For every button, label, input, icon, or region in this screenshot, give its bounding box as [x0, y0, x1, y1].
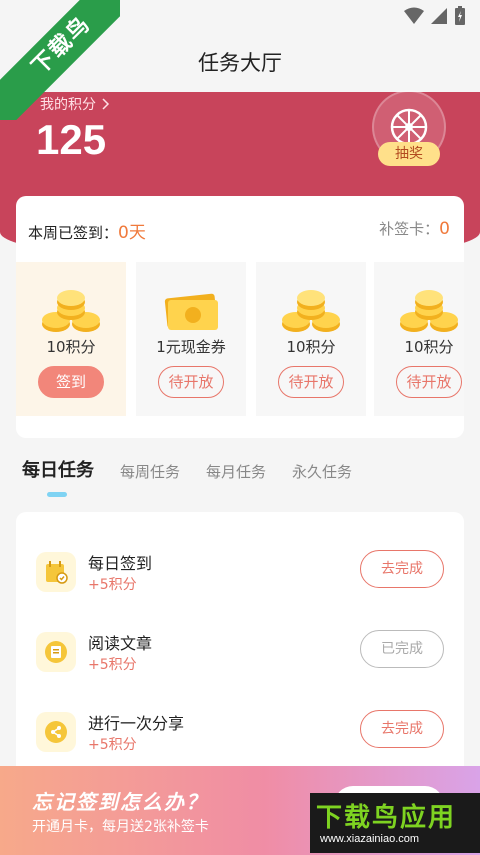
promo-subtitle: 开通月卡，每月送2张补签卡 [32, 819, 209, 835]
calendar-icon [36, 552, 76, 592]
task-item: 每日签到 +5积分 去完成 [16, 542, 464, 602]
day-card: 10积分 待开放 [256, 262, 366, 416]
task-reward: +5积分 [88, 737, 137, 753]
cash-coupon-icon [164, 293, 218, 330]
tab-monthly[interactable]: 每月任务 [206, 461, 266, 482]
task-item: 阅读文章 +5积分 已完成 [16, 622, 464, 682]
task-name: 阅读文章 [88, 634, 153, 653]
page-title: 任务大厅 [198, 51, 282, 75]
tab-weekly[interactable]: 每周任务 [120, 461, 180, 482]
battery-icon [455, 6, 465, 25]
week-checkin-days: 0天 [118, 223, 146, 243]
makeup-card-count: 0 [439, 219, 450, 239]
wifi-icon [404, 7, 424, 24]
task-tabs: 每日任务 每周任务 每月任务 永久任务 [22, 456, 352, 482]
task-item: 进行一次分享 +5积分 去完成 [16, 702, 464, 762]
task-name: 每日签到 [88, 554, 153, 573]
task-name: 进行一次分享 [88, 714, 185, 733]
signal-icon [431, 8, 447, 24]
task-go-button[interactable]: 去完成 [360, 550, 444, 588]
day-card: 1元现金券 待开放 [136, 262, 246, 416]
tab-permanent[interactable]: 永久任务 [292, 461, 352, 482]
points-value: 125 [36, 116, 107, 163]
coins-icon [400, 290, 458, 332]
share-icon [36, 712, 76, 752]
pending-button[interactable]: 待开放 [158, 366, 224, 398]
watermark-corner-text: 下载鸟 [0, 0, 120, 120]
coins-icon [282, 290, 340, 332]
day-card: 10积分 待开放 [374, 262, 464, 416]
lottery-label: 抽奖 [378, 142, 440, 166]
makeup-card-row: 补签卡：0 [379, 218, 450, 239]
week-checkin-label: 本周已签到： [28, 224, 119, 242]
tab-indicator [47, 492, 67, 497]
day-card: 10积分 签到 [16, 262, 126, 416]
watermark-bottom-text: 下载鸟应用 [316, 803, 457, 833]
watermark-bottom: 下载鸟应用 www.xiazainiao.com [310, 793, 480, 853]
lottery-button[interactable]: 抽奖 [372, 90, 446, 170]
watermark-url: www.xiazainiao.com [320, 833, 420, 845]
tab-daily[interactable]: 每日任务 [22, 456, 94, 482]
makeup-card-label: 补签卡： [379, 220, 440, 238]
coins-icon [42, 290, 100, 332]
day-reward: 1元现金券 [156, 338, 226, 356]
status-icons [404, 6, 466, 26]
pending-button[interactable]: 待开放 [278, 366, 344, 398]
task-done-button[interactable]: 已完成 [360, 630, 444, 668]
task-reward: +5积分 [88, 577, 137, 593]
week-checkin-row: 本周已签到：0天 [28, 218, 146, 243]
day-reward: 10积分 [46, 338, 96, 356]
article-icon [36, 632, 76, 672]
checkin-card: 本周已签到：0天 补签卡：0 10积分 签到 1元现金券 待开放 10积分 待开… [16, 196, 464, 438]
checkin-button[interactable]: 签到 [38, 366, 104, 398]
promo-title: 忘记签到怎么办？ [32, 790, 208, 814]
watermark-corner: 下载鸟 [0, 0, 120, 120]
day-reward: 10积分 [286, 338, 336, 356]
task-reward: +5积分 [88, 657, 137, 673]
task-go-button[interactable]: 去完成 [360, 710, 444, 748]
day-reward: 10积分 [404, 338, 454, 356]
pending-button[interactable]: 待开放 [396, 366, 462, 398]
